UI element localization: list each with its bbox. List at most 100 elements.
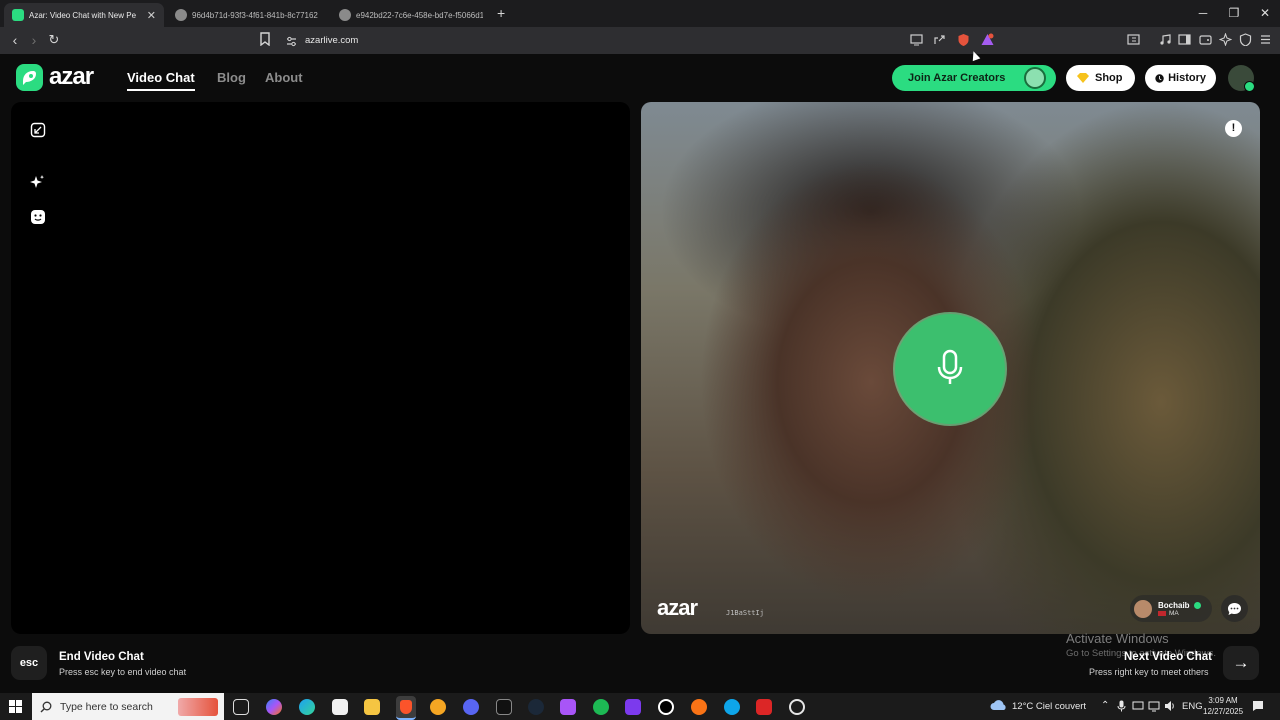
partner-avatar (1134, 599, 1152, 618)
instagram-icon[interactable] (625, 699, 641, 715)
edge-icon[interactable] (299, 699, 315, 715)
volume-tray-icon[interactable] (1164, 700, 1176, 715)
browser-tab-3[interactable]: e942bd22-7c6e-458e-bd7e-f5066d1 (331, 3, 491, 27)
nav-about[interactable]: About (265, 70, 303, 85)
file-explorer-icon[interactable] (364, 699, 380, 715)
menu-icon[interactable] (1259, 33, 1272, 46)
tray-overflow-chevron-icon[interactable]: ⌃ (1101, 700, 1109, 711)
search-highlight-icon (178, 697, 218, 716)
taskbar-clock[interactable]: 3:09 AM 12/27/2025 (1203, 695, 1243, 717)
azar-logo-icon[interactable] (16, 64, 43, 91)
capcut-icon[interactable] (496, 699, 512, 715)
tab-title: Azar: Video Chat with New Pe (29, 10, 137, 20)
brave-rewards-icon[interactable] (981, 33, 994, 46)
obs-icon[interactable] (658, 699, 674, 715)
azar-logo-text[interactable]: azar (49, 63, 94, 91)
new-tab-icon[interactable]: + (497, 6, 505, 20)
partner-profile-chip[interactable]: Bochaib MA (1130, 595, 1212, 622)
chat-bubble-icon (1228, 602, 1241, 615)
brave-shield-icon[interactable] (957, 33, 970, 46)
morocco-flag-icon (1158, 610, 1166, 616)
sidebar-panel-icon[interactable] (1127, 33, 1140, 46)
maximize-icon[interactable]: ❐ (1219, 4, 1249, 22)
browser-tab-2[interactable]: 96d4b71d-93f3-4f61-841b-8c77162 (167, 3, 327, 27)
copilot-icon[interactable] (266, 699, 282, 715)
game-launcher-icon[interactable] (691, 699, 707, 715)
telegram-icon[interactable] (724, 699, 740, 715)
reload-icon[interactable]: ↻ (46, 32, 62, 48)
azar-watermark: azar (657, 595, 698, 620)
verified-badge-icon (1193, 601, 1201, 609)
back-icon[interactable]: ‹ (7, 32, 23, 48)
effects-sparkle-icon[interactable] (29, 174, 45, 190)
music-icon[interactable] (1159, 33, 1172, 46)
next-chat-arrow-button[interactable]: → (1223, 646, 1259, 680)
microphone-tray-icon[interactable] (1117, 700, 1126, 715)
bookmark-icon[interactable] (257, 32, 273, 48)
end-video-chat-hint: Press esc key to end video chat (59, 667, 187, 677)
next-video-chat-hint: Press right key to meet others (1089, 667, 1209, 677)
nav-blog[interactable]: Blog (217, 70, 246, 85)
leo-ai-icon[interactable] (1219, 33, 1232, 46)
brave-lion-icon (400, 700, 412, 714)
media-app-icon[interactable] (560, 699, 576, 715)
share-icon[interactable] (933, 33, 946, 46)
browser-toolbar (0, 27, 1280, 54)
tab-title: e942bd22-7c6e-458e-bd7e-f5066d1 (356, 10, 483, 20)
nav-video-chat[interactable]: Video Chat (127, 70, 195, 91)
face-filter-icon[interactable] (30, 209, 46, 225)
shop-button[interactable]: Shop (1066, 65, 1135, 91)
language-indicator[interactable]: ENG (1182, 701, 1203, 712)
network-tray-icon[interactable] (1148, 700, 1160, 715)
weather-text[interactable]: 12°C Ciel couvert (1012, 701, 1086, 712)
chrome-canary-icon[interactable] (430, 699, 446, 715)
cast-icon[interactable] (910, 33, 923, 46)
gem-icon (1077, 73, 1089, 83)
address-bar[interactable]: azarlive.com (305, 31, 358, 49)
collapse-icon[interactable] (30, 122, 46, 138)
video-editor-icon[interactable] (756, 699, 772, 715)
search-placeholder: Type here to search (60, 700, 153, 713)
weather-icon[interactable] (990, 698, 1008, 715)
end-chat-esc-key[interactable]: esc (11, 646, 47, 680)
spotify-icon[interactable] (593, 699, 609, 715)
display-tray-icon[interactable] (1132, 700, 1144, 715)
join-azar-creators-button[interactable]: Join Azar Creators (892, 65, 1056, 91)
site-settings-icon[interactable] (286, 34, 297, 52)
close-window-icon[interactable]: ✕ (1250, 4, 1280, 22)
history-button[interactable]: History (1145, 65, 1216, 91)
minimize-icon[interactable]: ─ (1188, 4, 1218, 22)
history-label: History (1168, 72, 1206, 84)
profile-avatar[interactable] (1228, 65, 1255, 92)
steam-icon[interactable] (528, 699, 544, 715)
microsoft-store-icon[interactable] (332, 699, 348, 715)
chat-button[interactable] (1221, 595, 1248, 622)
vpn-shield-icon[interactable] (1239, 33, 1252, 46)
globe-icon (175, 9, 187, 21)
partner-video-panel: ! azar J1BaSttIj Bochaib MA (641, 102, 1260, 634)
brave-browser-icon[interactable] (396, 696, 416, 720)
sidebar-toggle-icon[interactable] (1178, 33, 1191, 46)
microphone-button[interactable] (895, 314, 1005, 424)
wallet-icon[interactable] (1199, 33, 1212, 46)
search-icon (40, 701, 52, 712)
watermark-id: J1BaSttIj (726, 609, 764, 617)
close-tab-icon[interactable]: ✕ (147, 9, 156, 22)
chatgpt-icon[interactable] (789, 699, 805, 715)
creator-avatar-icon (1024, 67, 1046, 89)
tab-title: 96d4b71d-93f3-4f61-841b-8c77162 (192, 10, 318, 20)
discord-icon[interactable] (463, 699, 479, 715)
report-shield-icon[interactable]: ! (1225, 120, 1242, 137)
browser-tab-azar[interactable]: Azar: Video Chat with New Pe ✕ (4, 3, 164, 27)
next-video-chat-title: Next Video Chat (1124, 651, 1212, 663)
azar-favicon-icon (12, 9, 24, 21)
microphone-icon (937, 349, 963, 384)
task-view-icon[interactable] (233, 699, 249, 715)
clock-icon (1155, 73, 1164, 83)
join-label: Join Azar Creators (908, 72, 1006, 84)
partner-country: MA (1169, 609, 1179, 617)
forward-icon[interactable]: › (26, 32, 42, 48)
windows-start-icon[interactable] (9, 700, 22, 713)
notification-center-icon[interactable] (1252, 700, 1264, 715)
taskbar-search-box[interactable]: Type here to search (32, 693, 224, 720)
